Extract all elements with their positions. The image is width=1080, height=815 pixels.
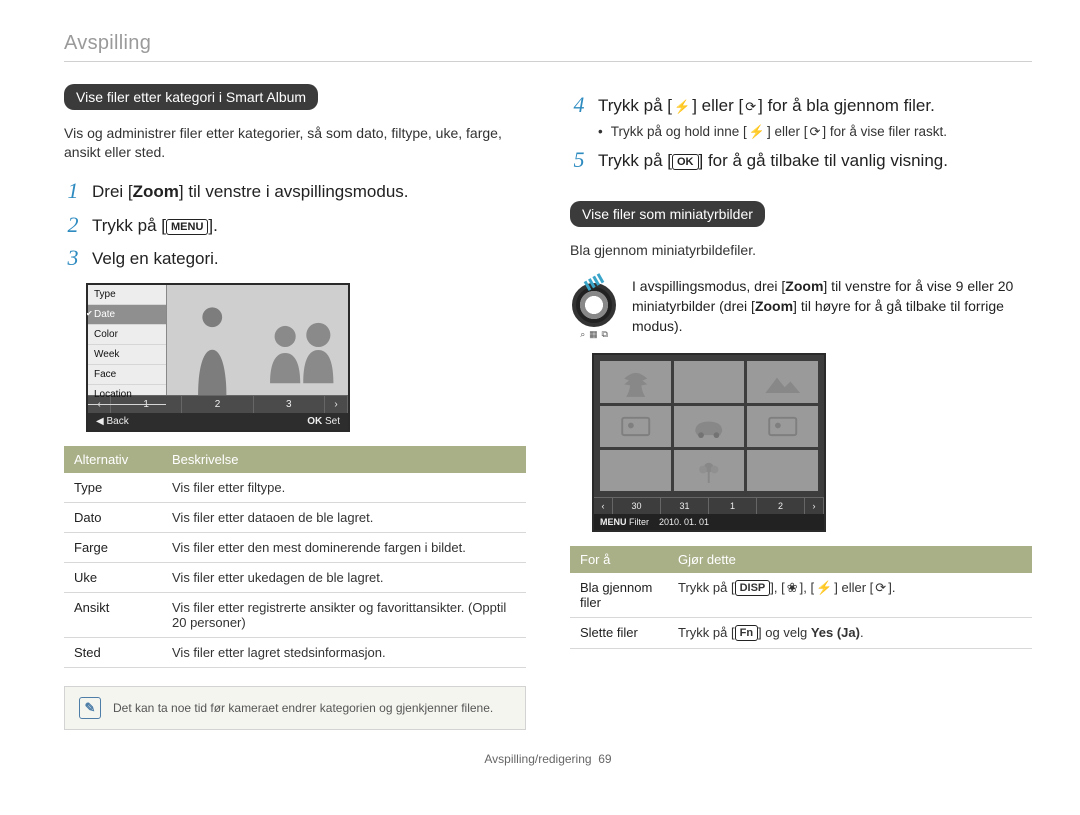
step-number: 2 bbox=[64, 214, 82, 238]
pager-page[interactable]: 30 bbox=[613, 498, 661, 514]
zoom-dial-icon: ⌕▦⧉ bbox=[570, 277, 618, 341]
pager-page[interactable]: 31 bbox=[661, 498, 709, 514]
section-intro: Bla gjennom miniatyrbildefiler. bbox=[570, 241, 1032, 260]
photo-icon bbox=[758, 412, 807, 441]
section-heading-thumbnails: Vise filer som miniatyrbilder bbox=[570, 201, 765, 227]
section-intro: Vis og administrer filer etter kategorie… bbox=[64, 124, 526, 162]
camera-ui-preview: Type Date Color Week Face Location bbox=[86, 283, 350, 432]
menu-item-color[interactable]: Color bbox=[88, 325, 166, 345]
flash-icon: ⚡ bbox=[814, 581, 834, 594]
note-box: ✎ Det kan ta noe tid før kameraet endrer… bbox=[64, 686, 526, 730]
thumbnail-cell[interactable] bbox=[674, 361, 745, 402]
thumbnail-cell[interactable] bbox=[600, 406, 671, 447]
step-number: 5 bbox=[570, 149, 588, 173]
mountain-icon bbox=[758, 368, 807, 397]
step: 3 Velg en kategori. bbox=[64, 247, 526, 271]
table-header: Beskrivelse bbox=[162, 446, 526, 473]
step-number: 1 bbox=[64, 180, 82, 204]
table-row: TypeVis filer etter filtype. bbox=[64, 473, 526, 503]
thumbnail-cell[interactable] bbox=[674, 450, 745, 491]
menu-item-week[interactable]: Week bbox=[88, 345, 166, 365]
person-silhouette-icon bbox=[167, 296, 258, 395]
thumbnail-area bbox=[167, 285, 348, 395]
fn-icon: Fn bbox=[735, 625, 758, 641]
flash-icon: ⚡ bbox=[747, 125, 767, 138]
note-icon: ✎ bbox=[79, 697, 101, 719]
pager-page[interactable]: 3 bbox=[254, 396, 325, 413]
table-row: DatoVis filer etter dataoen de ble lagre… bbox=[64, 503, 526, 533]
left-column: Vise filer etter kategori i Smart Album … bbox=[64, 84, 526, 730]
table-row: FargeVis filer etter den mest dominerend… bbox=[64, 533, 526, 563]
menu-item-face[interactable]: Face bbox=[88, 365, 166, 385]
thumbnail-cell[interactable] bbox=[600, 361, 671, 402]
category-menu: Type Date Color Week Face Location bbox=[88, 285, 167, 395]
category-table: Alternativ Beskrivelse TypeVis filer ett… bbox=[64, 446, 526, 668]
car-icon bbox=[684, 412, 733, 441]
flower-icon bbox=[684, 456, 733, 485]
step: 5 Trykk på [OK] for å gå tilbake til van… bbox=[570, 149, 1032, 173]
pager-left-arrow-icon[interactable]: ‹ bbox=[594, 498, 613, 514]
set-label[interactable]: Set bbox=[325, 416, 340, 427]
zoom-instructions: ⌕▦⧉ I avspillingsmodus, drei [Zoom] til … bbox=[570, 277, 1032, 341]
table-row: StedVis filer etter lagret stedsinformas… bbox=[64, 638, 526, 668]
filter-label[interactable]: Filter bbox=[629, 517, 649, 527]
menu-item-location[interactable]: Location bbox=[88, 385, 166, 405]
menu-item-date[interactable]: Date bbox=[88, 305, 166, 325]
date-label: 2010. 01. 01 bbox=[659, 517, 709, 527]
page-footer: Avspilling/redigering 69 bbox=[64, 752, 1032, 766]
timer-icon: ⟳ bbox=[873, 581, 888, 594]
ok-icon: OK bbox=[672, 154, 699, 170]
thumbnail-cell[interactable] bbox=[747, 450, 818, 491]
table-row: UkeVis filer etter ukedagen de ble lagre… bbox=[64, 563, 526, 593]
table-row: Slette filer Trykk på [Fn] og velg Yes (… bbox=[570, 618, 1032, 649]
menu-icon: MENU bbox=[600, 517, 627, 527]
thumbnail-cell[interactable] bbox=[600, 450, 671, 491]
step-number: 4 bbox=[570, 94, 588, 118]
menu-item-type[interactable]: Type bbox=[88, 285, 166, 305]
pager-page[interactable]: 2 bbox=[757, 498, 805, 514]
step: 1 Drei [Zoom] til venstre i avspillingsm… bbox=[64, 180, 526, 204]
running-head: Avspilling bbox=[64, 32, 1032, 62]
step-sub: Trykk på og hold inne [⚡] eller [⟳] for … bbox=[598, 124, 1032, 139]
step: 2 Trykk på [MENU]. bbox=[64, 214, 526, 238]
flash-icon: ⚡ bbox=[672, 100, 692, 113]
pager-page[interactable]: 1 bbox=[709, 498, 757, 514]
back-label[interactable]: Back bbox=[106, 416, 128, 427]
thumbnail-pager: ‹ 30 31 1 2 › bbox=[594, 497, 824, 514]
timer-icon: ⟳ bbox=[808, 125, 823, 138]
pager-page[interactable]: 2 bbox=[182, 396, 253, 413]
back-arrow-icon: ◀ bbox=[96, 416, 104, 427]
people-silhouette-icon bbox=[258, 296, 349, 395]
palm-icon bbox=[611, 368, 660, 397]
pager-right-arrow-icon[interactable]: › bbox=[325, 396, 348, 413]
timer-icon: ⟳ bbox=[743, 100, 758, 113]
menu-icon: MENU bbox=[166, 219, 208, 235]
actions-table: For å Gjør dette Bla gjennom filer Trykk… bbox=[570, 546, 1032, 649]
table-header: Gjør dette bbox=[668, 546, 1032, 573]
note-text: Det kan ta noe tid før kameraet endrer k… bbox=[113, 701, 493, 715]
pager-right-arrow-icon[interactable]: › bbox=[805, 498, 824, 514]
table-header: For å bbox=[570, 546, 668, 573]
macro-icon: ❀ bbox=[785, 581, 800, 594]
right-column: 4 Trykk på [⚡] eller [⟳] for å bla gjenn… bbox=[570, 84, 1032, 730]
thumbnail-cell[interactable] bbox=[747, 361, 818, 402]
photo-icon bbox=[611, 412, 660, 441]
table-row: AnsiktVis filer etter registrerte ansikt… bbox=[64, 593, 526, 638]
table-row: Bla gjennom filer Trykk på [DISP], [❀], … bbox=[570, 573, 1032, 618]
thumbnail-grid-preview: ‹ 30 31 1 2 › MENU Filter 2010. 01. 01 bbox=[592, 353, 826, 532]
thumbnail-cell[interactable] bbox=[747, 406, 818, 447]
ok-icon: OK bbox=[307, 416, 322, 427]
table-header: Alternativ bbox=[64, 446, 162, 473]
step: 4 Trykk på [⚡] eller [⟳] for å bla gjenn… bbox=[570, 94, 1032, 118]
thumbnail-cell[interactable] bbox=[674, 406, 745, 447]
step-number: 3 bbox=[64, 247, 82, 271]
section-heading-smart-album: Vise filer etter kategori i Smart Album bbox=[64, 84, 318, 110]
disp-icon: DISP bbox=[735, 580, 771, 596]
